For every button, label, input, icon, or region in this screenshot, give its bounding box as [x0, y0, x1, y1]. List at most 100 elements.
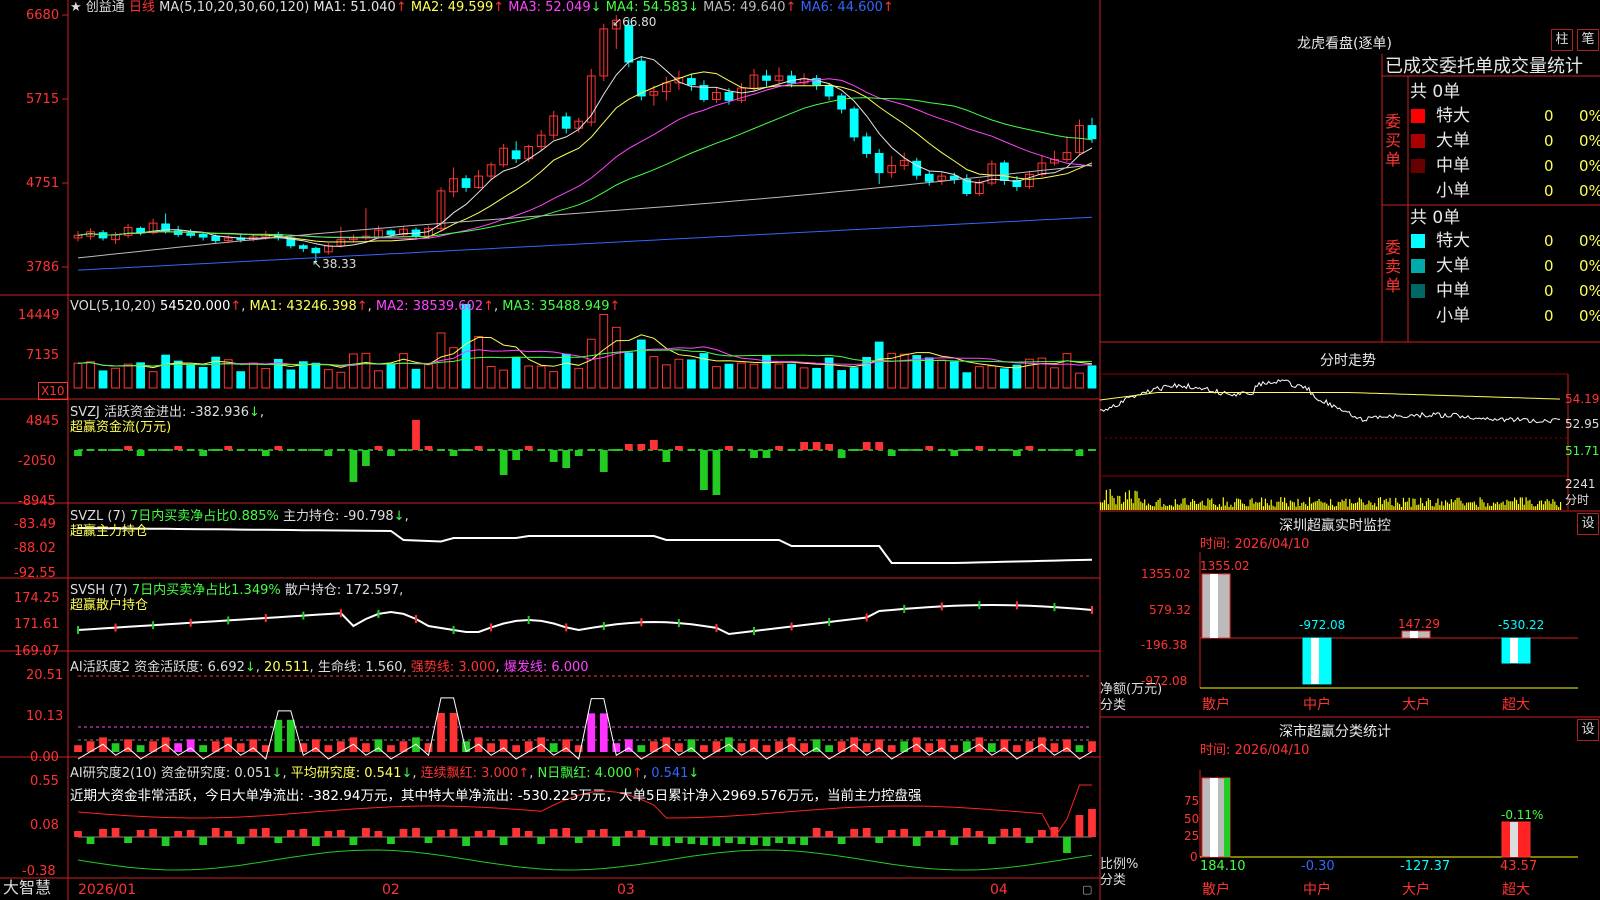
sz-settings-button[interactable]: 设: [1577, 513, 1599, 535]
ai-research-bar: [1075, 815, 1084, 837]
svzj-bar: [662, 450, 671, 462]
y-ai1-0: 20.51: [26, 668, 64, 683]
fs-vol-bar: [1303, 501, 1305, 510]
ai-research-bar: [549, 829, 558, 837]
fs-vol-bar: [1280, 497, 1282, 510]
svsh-tick: [302, 611, 305, 620]
volume-bar: [624, 352, 634, 389]
fs-vol-bar: [1410, 506, 1412, 510]
svsh-tick: [565, 623, 568, 632]
ai-activity-bar: [487, 743, 495, 752]
ai2-avg: 平均研究度: 0.541: [290, 766, 402, 781]
volume-bar: [586, 338, 596, 389]
ai1-activity: 资金活跃度: 6.692: [134, 660, 245, 675]
svzj-bar: [1075, 450, 1084, 456]
y-ai2-0: 0.55: [30, 774, 59, 789]
ai-research-bar: [612, 837, 621, 846]
fs-vol-bar: [1182, 498, 1184, 510]
ai-activity-bar: [950, 745, 959, 752]
svzj-bar: [174, 446, 183, 450]
volume-bar: [924, 357, 934, 389]
candle-body: [461, 178, 471, 188]
fs-vol-bar: [1550, 503, 1552, 510]
y-ai1-2: 0.00: [30, 750, 59, 765]
fs-vol-bar: [1416, 504, 1418, 510]
volume-bar: [361, 352, 371, 389]
column-view-button[interactable]: 柱: [1551, 29, 1573, 51]
volume-bar: [661, 364, 671, 389]
y-svsh-2: 169.07: [14, 644, 60, 659]
up-arrow-icon: ↑: [518, 766, 530, 781]
fs-vol-bar: [1343, 500, 1345, 510]
volume-bar: [186, 364, 196, 389]
tick-view-button[interactable]: 笔: [1577, 29, 1599, 51]
fs-vol-bar: [1391, 505, 1393, 510]
stats-tabs[interactable]: 已成交委托单成交量统计: [1385, 56, 1583, 78]
candle-body: [924, 173, 934, 182]
low-price-label: ↖38.33: [312, 256, 356, 272]
svsh-tick: [677, 619, 680, 628]
fl-ylabel: 比例%: [1100, 857, 1139, 872]
volume-bar: [799, 367, 809, 389]
fs-vol-bar: [1216, 506, 1219, 510]
fl-settings-button[interactable]: 设: [1577, 719, 1599, 741]
vol-header: VOL(5,10,20) 54520.000↑, MA1: 43246.398↑…: [70, 299, 621, 314]
svzj-bar: [762, 450, 771, 458]
svsh-label: SVSH (7): [70, 583, 128, 598]
fs-vol-bar: [1341, 499, 1343, 510]
fs-vol-bar: [1389, 497, 1391, 510]
period-label[interactable]: 日线: [129, 0, 155, 15]
volume-bar: [899, 353, 909, 389]
ai-activity-bar: [987, 743, 996, 752]
star-icon[interactable]: ★: [70, 0, 82, 15]
volume-bar: [261, 367, 271, 389]
sz-category: 散户: [1202, 697, 1230, 713]
svzl-header: SVZL (7) 7日内买卖净占比0.885% 主力持仓: -90.798↓,: [70, 509, 409, 524]
fs-vol-bar: [1272, 505, 1274, 510]
fs-vol-bar: [1134, 490, 1136, 510]
fs-vol-bar: [1274, 506, 1276, 510]
svsh-tick: [1053, 603, 1056, 612]
sz-category: 超大: [1502, 697, 1530, 713]
buy-row-swatch: [1411, 159, 1425, 173]
volume-bar: [173, 360, 183, 389]
ai-research-bar: [224, 831, 233, 837]
fs-vol-bar: [1295, 506, 1297, 510]
fs-vol-bar: [1366, 504, 1368, 510]
fl-y-2: 25: [1184, 829, 1200, 843]
fs-vol-bar: [1215, 504, 1217, 510]
fs-vol-bar: [1264, 498, 1267, 510]
fs-vol-bar: [1423, 506, 1426, 510]
fl-y-3: 0: [1190, 850, 1198, 864]
fs-vol-bar: [1414, 498, 1416, 510]
ai-research-bar: [975, 831, 984, 837]
stock-name: 创益通: [85, 0, 125, 15]
fs-vol-bar: [1262, 506, 1265, 510]
ai-activity-bar: [286, 719, 295, 752]
svzj-bar: [649, 440, 658, 450]
y-ai2-1: 0.08: [30, 818, 59, 833]
fs-vol-bar: [1448, 503, 1451, 510]
ai-research-bar: [937, 830, 946, 837]
fs-vol-bar: [1117, 495, 1119, 510]
fs-vol-bar: [1489, 505, 1491, 510]
buy-row-swatch: [1411, 134, 1425, 148]
ai-research-bar: [950, 837, 959, 845]
lock-icon[interactable]: ▢: [1082, 882, 1092, 898]
fs-vol-bar: [1153, 506, 1155, 510]
candle-body: [787, 75, 796, 84]
ai-research-bar: [487, 830, 495, 837]
ai-activity-bar: [825, 745, 833, 752]
ai-activity-bar: [111, 743, 120, 752]
fs-vol-bar: [1140, 501, 1142, 510]
fs-vol-bar: [1126, 499, 1129, 510]
fs-vol-bar: [1454, 500, 1456, 510]
volume-bar: [574, 367, 584, 389]
sell-row-swatch: [1411, 284, 1425, 298]
svzj-bar: [349, 450, 358, 482]
ma120-line: [77, 216, 1093, 271]
fs-vol-bar: [1169, 504, 1171, 510]
ai-research-bar: [349, 837, 358, 845]
ai-activity-bar: [737, 743, 746, 752]
fs-vol-bar: [1376, 506, 1378, 510]
